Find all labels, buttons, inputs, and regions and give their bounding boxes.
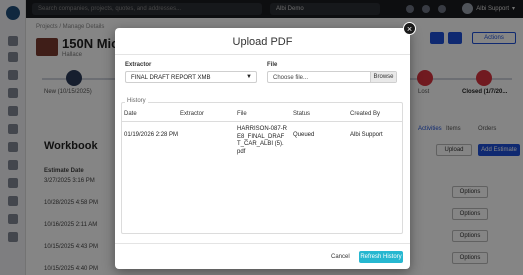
chevron-down-icon: ▼: [246, 74, 252, 80]
extractor-value: FINAL DRAFT REPORT XMB: [131, 75, 211, 81]
cancel-button[interactable]: Cancel: [331, 254, 350, 260]
history-status: Queued: [293, 132, 315, 138]
close-icon[interactable]: ×: [403, 22, 416, 35]
col-extractor: Extractor: [180, 111, 205, 117]
file-placeholder: Choose file...: [273, 75, 309, 81]
table-header-divider: [122, 121, 402, 122]
upload-pdf-modal: Upload PDF Extractor FINAL DRAFT REPORT …: [115, 28, 410, 269]
history-date: 01/19/2026 2:28 PM: [124, 132, 179, 138]
history-label: History: [125, 98, 148, 104]
footer-divider: [115, 243, 410, 244]
history-created-by: Albi Support: [350, 132, 383, 138]
browse-button[interactable]: Browse: [370, 72, 396, 82]
col-date: Date: [124, 111, 137, 117]
col-status: Status: [293, 111, 311, 117]
file-input[interactable]: Choose file... Browse: [267, 71, 397, 83]
col-file: File: [237, 111, 247, 117]
refresh-history-button[interactable]: Refresh History: [359, 251, 403, 263]
file-label: File: [267, 62, 278, 68]
header-divider: [115, 54, 410, 55]
col-created-by: Created By: [350, 111, 381, 117]
modal-title: Upload PDF: [232, 36, 293, 48]
extractor-select[interactable]: FINAL DRAFT REPORT XMB ▼: [125, 71, 257, 83]
app-root: Search companies, projects, quotes, and …: [0, 0, 523, 275]
history-file: HARRISON-087-RE8_FINAL_DRAFT_CAR_ALBI (5…: [237, 126, 288, 155]
extractor-label: Extractor: [125, 62, 152, 68]
